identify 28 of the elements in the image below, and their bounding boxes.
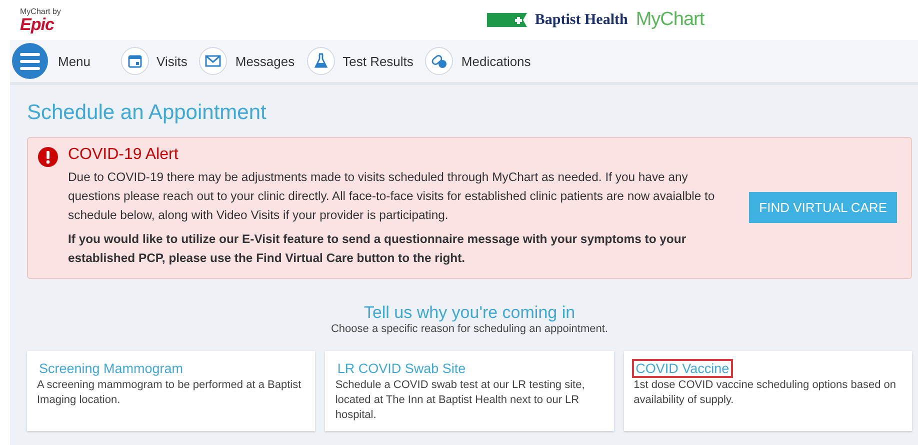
calendar-icon bbox=[120, 47, 149, 75]
exclamation-icon bbox=[38, 147, 58, 167]
flask-icon bbox=[306, 47, 335, 75]
section-title: Tell us why you're coming in bbox=[364, 303, 576, 323]
reason-description: Schedule a COVID swab test at our LR testing site, located at The Inn at Baptist Health next to our LR hospital. bbox=[335, 378, 586, 423]
alert-note: If you would like to utilize our E-Visit feature to send a questionnaire message with your symptoms to your established PCP, please use the Find Virtual Care button to the right. bbox=[68, 231, 688, 267]
menu-button[interactable] bbox=[12, 43, 48, 79]
nav-link[interactable]: Messages bbox=[199, 47, 295, 75]
reason-card[interactable]: Screening Mammogram A screening mammogram to be performed at a Baptist Imaging location. bbox=[27, 351, 316, 431]
envelope-icon bbox=[199, 47, 228, 75]
section-subtitle: Choose a specific reason for scheduling an appointment. bbox=[330, 323, 608, 335]
alert-title: COVID-19 Alert bbox=[68, 146, 180, 164]
flag-icon bbox=[486, 13, 527, 27]
reason-description: 1st dose COVID vaccine scheduling options based on availability of supply. bbox=[634, 378, 897, 408]
nav-link[interactable]: Medications bbox=[425, 47, 531, 75]
logo-caption: MyChart by bbox=[20, 8, 61, 16]
reason-card[interactable]: COVID Vaccine 1st dose COVID vaccine scheduling options based on availability of supply. bbox=[624, 351, 912, 431]
menu-label[interactable]: Menu bbox=[58, 54, 91, 68]
nav-link[interactable]: Test Results bbox=[306, 47, 414, 75]
mychart-logo: MyChart bbox=[636, 9, 704, 31]
pills-icon bbox=[425, 47, 454, 75]
alert-message: Due to COVID-19 there may be adjustments made to visits scheduled through MyChart as needed. If you have any questions please reach out to your clinic directly. All face-to-face visits for established clinic patients are now avaialble to schedule below, along with Video Visits if your provider is participating. bbox=[68, 169, 716, 224]
epic-logo: Epic bbox=[20, 16, 54, 32]
nav-link[interactable]: Visits bbox=[120, 47, 188, 75]
reason-description: A screening mammogram to be performed at a Baptist Imaging location. bbox=[37, 378, 302, 408]
reason-card[interactable]: LR COVID Swab Site Schedule a COVID swab test at our LR testing site, located at The Inn at Baptist Health next to our LR hospital. bbox=[325, 351, 614, 431]
hospital-logo: Baptist Health bbox=[534, 12, 628, 28]
page-title: Schedule an Appointment bbox=[27, 101, 266, 125]
